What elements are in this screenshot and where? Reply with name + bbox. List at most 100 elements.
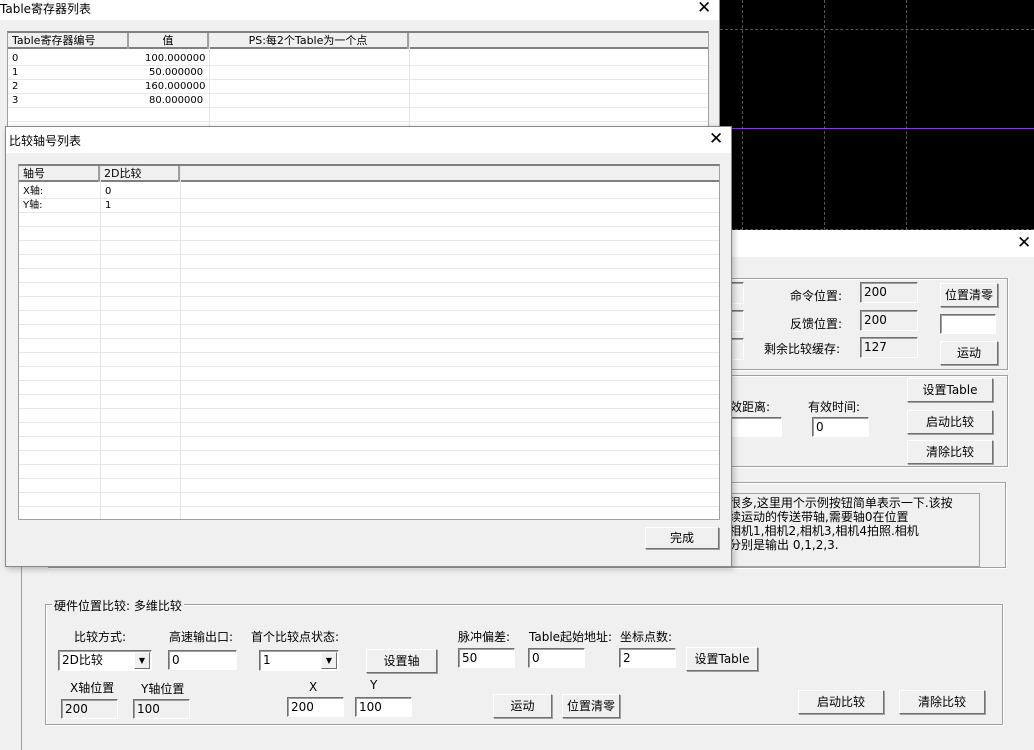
empty-row bbox=[19, 479, 719, 493]
zero-position-multi-button[interactable]: 位置清零 bbox=[562, 694, 620, 718]
set-table-button[interactable]: 设置Table bbox=[907, 378, 993, 402]
col-header-index[interactable]: Table寄存器编号 bbox=[8, 33, 129, 49]
set-table-multi-button[interactable]: 设置Table bbox=[686, 647, 758, 671]
empty-row bbox=[19, 395, 719, 409]
compare-mode-value: 2D比较 bbox=[62, 653, 103, 667]
row-value: 80.000000 bbox=[149, 95, 204, 106]
chevron-down-icon[interactable]: ▼ bbox=[134, 652, 150, 669]
table-register-grid[interactable]: Table寄存器编号 值 PS:每2个Table为一个点 0 100.00000… bbox=[7, 31, 709, 131]
clear-compare-multi-button[interactable]: 清除比较 bbox=[899, 690, 985, 714]
fb-pos-field: 200 bbox=[860, 310, 918, 331]
empty-row bbox=[19, 507, 719, 519]
axis-row[interactable]: X轴: 0 bbox=[19, 185, 719, 199]
table-row[interactable]: 3 80.000000 bbox=[8, 94, 708, 108]
empty-row bbox=[19, 493, 719, 507]
grid-header: 轴号 2D比较 bbox=[19, 166, 719, 182]
y-axis-pos-label: Y轴位置 bbox=[141, 682, 185, 696]
col-header-value[interactable]: 值 bbox=[129, 33, 209, 49]
compare-mode-label: 比较方式: bbox=[74, 630, 127, 644]
x-target-input[interactable]: 200 bbox=[287, 697, 344, 717]
empty-row bbox=[19, 381, 719, 395]
empty-row bbox=[19, 437, 719, 451]
col-header-ps[interactable]: PS:每2个Table为一个点 bbox=[209, 33, 409, 49]
description-line: 为持续运动的传送带轴,需要轴0在位置 bbox=[705, 510, 909, 524]
remain-buffer-field: 127 bbox=[860, 337, 918, 358]
empty-row bbox=[19, 451, 719, 465]
table-register-title: Table寄存器列表 bbox=[0, 2, 92, 16]
scope-grid-v2 bbox=[824, 0, 825, 230]
axis-list-window: 比较轴号列表 ✕ 轴号 2D比较 X轴: 0 Y轴: 1 完成 bbox=[5, 126, 732, 567]
y-axis-pos-field: 100 bbox=[133, 699, 190, 719]
scope-grid-v1 bbox=[742, 0, 743, 230]
effective-time-label: 有效时间: bbox=[808, 400, 861, 414]
move-multi-button[interactable]: 运动 bbox=[493, 694, 552, 718]
table-row[interactable]: 1 50.000000 bbox=[8, 66, 708, 80]
start-compare-button[interactable]: 启动比较 bbox=[907, 410, 993, 434]
axis-value: 0 bbox=[105, 186, 112, 197]
first-point-state-label: 首个比较点状态: bbox=[251, 630, 340, 644]
table-row[interactable]: 2 160.000000 bbox=[8, 80, 708, 94]
hs-output-label: 高速输出口: bbox=[169, 630, 234, 644]
close-icon[interactable]: ✕ bbox=[709, 131, 723, 148]
x-axis-pos-label: X轴位置 bbox=[70, 681, 115, 695]
empty-row bbox=[19, 465, 719, 479]
first-point-state-value: 1 bbox=[263, 653, 271, 667]
table-start-input[interactable]: 0 bbox=[528, 648, 585, 668]
clear-compare-button[interactable]: 清除比较 bbox=[907, 440, 993, 464]
description-line: 出口分别是输出 0,1,2,3. bbox=[705, 538, 839, 552]
row-index: 0 bbox=[12, 53, 19, 64]
first-point-state-select[interactable]: 1 ▼ bbox=[259, 650, 339, 671]
empty-row bbox=[19, 423, 719, 437]
axis-list-grid[interactable]: 轴号 2D比较 X轴: 0 Y轴: 1 bbox=[18, 164, 720, 520]
row-value: 160.000000 bbox=[145, 81, 206, 92]
col-header-2d[interactable]: 2D比较 bbox=[100, 166, 180, 182]
close-icon[interactable]: ✕ bbox=[1017, 235, 1031, 252]
empty-row bbox=[19, 325, 719, 339]
empty-row bbox=[19, 227, 719, 241]
empty-row bbox=[19, 297, 719, 311]
compare-mode-select[interactable]: 2D比较 ▼ bbox=[58, 650, 152, 671]
scope-trace bbox=[720, 128, 1034, 129]
hs-output-input[interactable]: 0 bbox=[168, 650, 237, 670]
remain-buffer-label: 剩余比较缓存: bbox=[764, 342, 841, 356]
empty-row bbox=[19, 353, 719, 367]
table-row[interactable]: 0 100.000000 bbox=[8, 52, 708, 66]
axis-list-title: 比较轴号列表 bbox=[9, 134, 82, 148]
empty-row bbox=[19, 409, 719, 423]
multi-compare-group-title: 硬件位置比较: 多维比较 bbox=[52, 597, 184, 614]
empty-row bbox=[19, 339, 719, 353]
description-line: 触发相机1,相机2,相机3,相机4拍照.相机 bbox=[705, 524, 919, 538]
move-distance-input[interactable] bbox=[940, 314, 996, 334]
effective-time-input[interactable]: 0 bbox=[812, 417, 869, 437]
axis-name: X轴: bbox=[23, 186, 44, 197]
axis-value: 1 bbox=[105, 200, 112, 211]
point-count-label: 坐标点数: bbox=[620, 630, 673, 644]
empty-row bbox=[19, 269, 719, 283]
y-target-input[interactable]: 100 bbox=[355, 697, 412, 717]
scope-grid-v3 bbox=[906, 0, 907, 230]
set-axis-button[interactable]: 设置轴 bbox=[366, 649, 437, 673]
point-count-input[interactable]: 2 bbox=[619, 648, 676, 668]
y-target-label: Y bbox=[370, 678, 378, 692]
close-icon[interactable]: ✕ bbox=[697, 0, 711, 17]
pulse-offset-input[interactable]: 50 bbox=[458, 648, 515, 668]
fb-pos-label: 反馈位置: bbox=[790, 317, 843, 331]
axis-name: Y轴: bbox=[23, 200, 43, 211]
chevron-down-icon[interactable]: ▼ bbox=[321, 652, 337, 669]
row-index: 1 bbox=[12, 67, 19, 78]
move-button[interactable]: 运动 bbox=[940, 341, 998, 365]
done-button[interactable]: 完成 bbox=[645, 527, 719, 549]
scope-view bbox=[720, 0, 1034, 230]
zero-position-button[interactable]: 位置清零 bbox=[940, 283, 998, 307]
row-index: 3 bbox=[12, 95, 19, 106]
row-value: 50.000000 bbox=[149, 67, 204, 78]
start-compare-multi-button[interactable]: 启动比较 bbox=[798, 690, 884, 714]
axis-list-titlebar bbox=[6, 127, 731, 153]
cmd-pos-field: 200 bbox=[860, 282, 918, 303]
row-value: 100.000000 bbox=[145, 53, 206, 64]
x-axis-pos-field: 200 bbox=[61, 699, 118, 719]
description-box: 去有很多,这里用个示例按钮简单表示一下.该按 为持续运动的传送带轴,需要轴0在位… bbox=[700, 493, 980, 567]
axis-row[interactable]: Y轴: 1 bbox=[19, 199, 719, 213]
empty-row bbox=[19, 213, 719, 227]
col-header-axis[interactable]: 轴号 bbox=[19, 166, 100, 182]
